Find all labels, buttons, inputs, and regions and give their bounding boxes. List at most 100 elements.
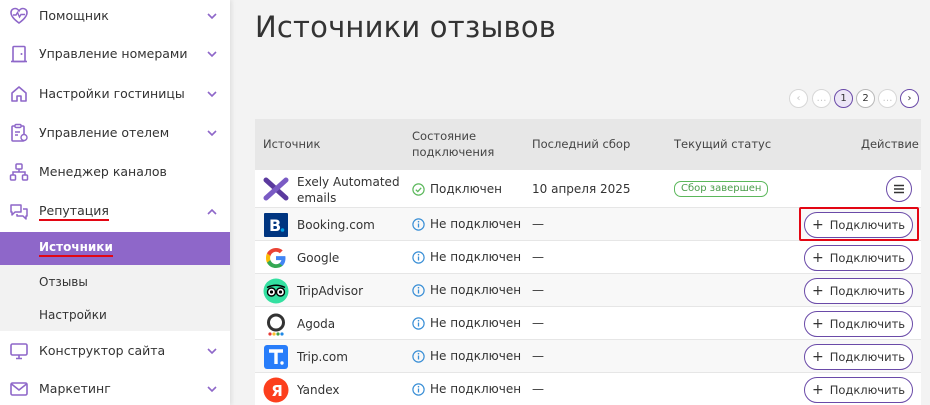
chevron-up-icon[interactable]: [205, 205, 219, 219]
heart-pulse-icon: [10, 7, 28, 24]
last-sync-date: —: [532, 283, 544, 297]
hierarchy-icon: [9, 162, 29, 181]
sidebar-subitem-label: Источники: [39, 240, 113, 257]
exely-logo-icon: [263, 177, 289, 201]
connection-state: Не подключен: [412, 283, 521, 297]
plus-icon: +: [811, 250, 824, 266]
column-header-action: Действие: [861, 137, 919, 151]
sidebar-subitem-settings[interactable]: Настройки: [0, 298, 230, 331]
table-row: Trip.com Не подключен — + Подключить: [255, 340, 921, 373]
last-sync-date: —: [532, 382, 544, 396]
chevron-down-icon[interactable]: [205, 9, 219, 23]
plus-icon: +: [811, 382, 824, 398]
last-sync-date: —: [532, 316, 544, 330]
column-header-status: Текущий статус: [674, 137, 772, 151]
last-sync-date: —: [532, 217, 544, 231]
tripadvisor-logo-icon: [263, 278, 289, 304]
chevron-down-icon[interactable]: [205, 47, 219, 61]
connection-state: Подключен: [412, 182, 502, 196]
house-icon: [11, 85, 27, 102]
info-circle-icon: [412, 250, 425, 264]
chevron-down-icon[interactable]: [205, 126, 219, 140]
pagination-next-button[interactable]: ›: [900, 89, 919, 108]
plus-icon: +: [811, 349, 824, 365]
sidebar-item-reputation[interactable]: Репутация: [0, 192, 230, 231]
svg-text:Я: Я: [271, 382, 283, 400]
info-circle-icon: [412, 382, 425, 396]
pagination-page-1[interactable]: 1: [834, 89, 853, 108]
last-sync-date: —: [532, 250, 544, 264]
status-badge: Сбор завершен: [674, 181, 769, 197]
plus-icon: +: [811, 283, 824, 299]
connect-button[interactable]: + Подключить: [804, 278, 913, 304]
sidebar-item-label: Менеджер каналов: [39, 164, 167, 179]
sidebar-item-hotel-settings[interactable]: Настройки гостиницы: [0, 74, 230, 113]
sidebar-item-label: Управление отелем: [39, 125, 170, 140]
sidebar-item-label: Маркетинг: [39, 381, 111, 396]
yandex-logo-icon: Я: [263, 377, 289, 403]
connect-button[interactable]: + Подключить: [804, 212, 913, 238]
column-header-state: Состояние подключения: [412, 129, 495, 159]
hamburger-menu-icon: [894, 184, 904, 194]
table-header: Источник Состояние подключения Последний…: [255, 119, 921, 170]
envelope-icon: [10, 381, 28, 396]
table-row: Я Yandex Не подключен — + Подключить: [255, 373, 921, 405]
info-circle-icon: [412, 316, 425, 330]
chevron-down-icon[interactable]: [205, 382, 219, 396]
plus-icon: +: [811, 217, 824, 233]
table-row: Exely Automated emails Подключен 10 апре…: [255, 170, 921, 208]
clipboard-gear-icon: [11, 123, 28, 142]
info-circle-icon: [412, 217, 425, 231]
source-name: Trip.com: [297, 350, 348, 364]
check-circle-icon: [412, 182, 425, 196]
sidebar-item-marketing[interactable]: Маркетинг: [0, 369, 230, 405]
table-row: TripAdvisor Не подключен — + Подключить: [255, 274, 921, 307]
connect-button[interactable]: + Подключить: [804, 344, 913, 370]
sidebar-item-assistant[interactable]: Помощник: [0, 0, 230, 35]
row-menu-button[interactable]: [886, 176, 912, 202]
connect-button[interactable]: + Подключить: [804, 245, 913, 271]
chat-bubbles-icon: [10, 203, 28, 220]
chevron-down-icon[interactable]: [205, 87, 219, 101]
source-name: Exely Automated emails: [297, 175, 400, 205]
sidebar-item-channel-manager[interactable]: Менеджер каналов: [0, 152, 230, 191]
info-circle-icon: [412, 349, 425, 363]
sidebar: Помощник Управление номерами Настройки г…: [0, 0, 230, 405]
connect-button[interactable]: + Подключить: [804, 311, 913, 337]
chevron-down-icon[interactable]: [205, 344, 219, 358]
pagination-prev-button[interactable]: ‹: [789, 89, 808, 108]
source-name: Agoda: [297, 317, 336, 331]
sidebar-item-hotel-management[interactable]: Управление отелем: [0, 113, 230, 152]
connection-state: Не подключен: [412, 250, 521, 264]
pagination-page-2[interactable]: 2: [856, 89, 875, 108]
table-row: Agoda Не подключен — + Подключить: [255, 307, 921, 340]
sidebar-item-rooms[interactable]: Управление номерами: [0, 34, 230, 73]
chevron-right-icon: ›: [907, 93, 912, 104]
connection-state: Не подключен: [412, 316, 521, 330]
table-row: Google Не подключен — + Подключить: [255, 241, 921, 274]
last-sync-date: —: [532, 349, 544, 363]
sources-table: Источник Состояние подключения Последний…: [255, 119, 921, 405]
info-circle-icon: [412, 283, 425, 297]
connection-state: Не подключен: [412, 349, 521, 363]
pagination-ellipsis: …: [878, 89, 897, 108]
plus-icon: +: [811, 316, 824, 332]
svg-text:B: B: [269, 216, 281, 235]
sidebar-subitem-label: Настройки: [39, 307, 107, 322]
sidebar-item-site-builder[interactable]: Конструктор сайта: [0, 331, 230, 370]
agoda-logo-icon: [267, 313, 285, 336]
last-sync-date: 10 апреля 2025: [532, 182, 631, 196]
sidebar-item-label: Репутация: [39, 203, 109, 221]
table-row: B Booking.com Не подключен — + Подключить: [255, 208, 921, 241]
connect-button[interactable]: + Подключить: [804, 377, 913, 403]
sidebar-subitem-reviews[interactable]: Отзывы: [0, 265, 230, 298]
sidebar-item-label: Конструктор сайта: [39, 343, 166, 358]
sidebar-item-label: Настройки гостиницы: [39, 86, 185, 101]
column-header-last-sync: Последний сбор: [532, 137, 631, 151]
google-logo-icon: [266, 248, 286, 268]
pagination-ellipsis: …: [812, 89, 831, 108]
source-name: Google: [297, 251, 340, 265]
booking-logo-icon: B: [264, 213, 288, 237]
door-icon: [11, 45, 27, 62]
sidebar-subitem-sources[interactable]: Источники: [0, 232, 230, 265]
